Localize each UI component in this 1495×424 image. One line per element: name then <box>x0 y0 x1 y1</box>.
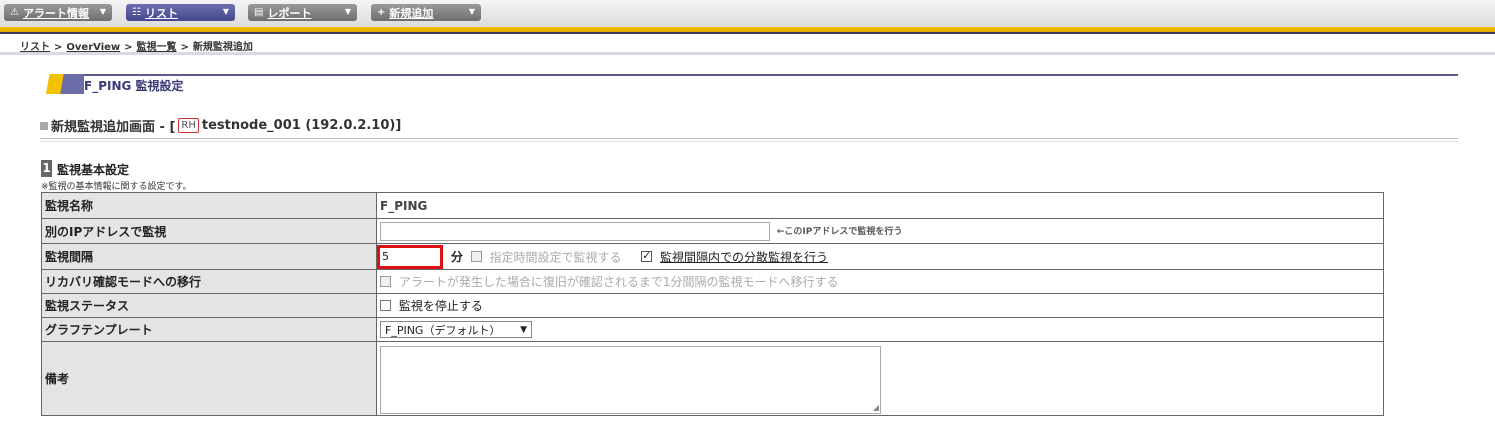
distribute-label[interactable]: 監視間隔内での分散監視を行う <box>660 250 828 264</box>
report-icon: ▤ <box>254 7 264 18</box>
menu-new-add-label: 新規追加 <box>389 6 434 20</box>
breadcrumb-separator: > <box>180 42 189 53</box>
monitor-name-label: 監視名称 <box>41 192 377 219</box>
table-row: 備考 ◢ <box>41 341 1384 416</box>
interval-unit: 分 <box>450 250 463 264</box>
alt-ip-input[interactable] <box>380 221 770 241</box>
graph-template-select[interactable]: F_PING（デフォルト） ▼ <box>380 321 532 338</box>
alt-ip-hint: ←このIPアドレスで監視を行う <box>776 227 903 237</box>
chevron-down-icon: ▼ <box>344 7 351 16</box>
block-note: ※監視の基本情報に関する設定です。 <box>41 182 192 192</box>
recovery-label: リカバリ確認モードへの移行 <box>41 269 377 294</box>
subtitle-node: testnode_001 (192.0.2.10)] <box>201 118 402 133</box>
menu-report[interactable]: ▤ レポート ▼ <box>248 4 357 21</box>
add-icon: + <box>377 7 386 18</box>
schedule-label: 指定時間設定で監視する <box>489 250 622 264</box>
breadcrumb-link-overview[interactable]: OverView <box>66 42 120 53</box>
subtitle: 新規監視追加画面 - [ RH testnode_001 (192.0.2.10… <box>40 116 401 135</box>
monitor-name-value: F_PING <box>380 198 428 213</box>
menu-alert-info[interactable]: ⚠ アラート情報 ▼ <box>4 4 112 21</box>
chevron-down-icon: ▼ <box>99 7 106 16</box>
menu-list-label: リスト <box>144 6 178 20</box>
subtitle-divider-2 <box>40 141 1458 142</box>
graph-template-label: グラフテンプレート <box>41 317 377 342</box>
dropdown-arrow-icon: ▼ <box>520 324 527 335</box>
subtitle-prefix: 新規監視追加画面 - [ <box>51 120 176 135</box>
list-icon: ☷ <box>132 7 141 18</box>
breadcrumb-current: 新規監視追加 <box>192 42 253 53</box>
menu-alert-info-label: アラート情報 <box>22 6 89 20</box>
table-row: 監視ステータス 監視を停止する <box>41 293 1384 318</box>
note-textarea[interactable]: ◢ <box>380 345 881 414</box>
page-title: F_PING 監視設定 <box>84 79 184 93</box>
stop-monitor-checkbox[interactable] <box>380 300 391 311</box>
note-label: 備考 <box>41 341 377 416</box>
recovery-checkbox <box>380 276 391 287</box>
menu-list[interactable]: ☷ リスト ▼ <box>126 4 235 21</box>
recovery-text: アラートが発生した場合に復旧が確認されるまで1分間隔の監視モードへ移行する <box>398 275 839 289</box>
interval-input[interactable]: 5 <box>377 244 443 269</box>
distribute-checkbox[interactable] <box>641 249 653 262</box>
schedule-checkbox <box>470 251 482 262</box>
settings-table: 監視名称 F_PING 別のIPアドレスで監視 ←このIPアドレスで監視を行う … <box>41 192 1384 416</box>
interval-label: 監視間隔 <box>41 243 377 270</box>
breadcrumb: リスト > OverView > 監視一覧 > 新規監視追加 <box>20 38 253 53</box>
alt-ip-label: 別のIPアドレスで監視 <box>41 218 377 244</box>
chevron-down-icon: ▼ <box>468 7 475 16</box>
alert-icon: ⚠ <box>10 7 19 18</box>
block-title: 監視基本設定 <box>57 163 130 177</box>
section-title-ornament <box>40 74 84 94</box>
table-row: 監視間隔 5 分 指定時間設定で監視する 監視間隔内での分散監視を行う <box>41 243 1384 270</box>
menu-new-add[interactable]: + 新規追加 ▼ <box>371 4 481 21</box>
resize-grip-icon[interactable]: ◢ <box>873 403 879 412</box>
table-row: リカバリ確認モードへの移行 アラートが発生した場合に復旧が確認されるまで1分間隔… <box>41 269 1384 294</box>
section-title-rule <box>40 74 1458 76</box>
table-row: 別のIPアドレスで監視 ←このIPアドレスで監視を行う <box>41 218 1384 244</box>
subtitle-divider <box>40 138 1458 139</box>
stop-monitor-label[interactable]: 監視を停止する <box>399 299 483 313</box>
os-badge: RH <box>178 118 199 133</box>
block-number: 1 <box>41 160 52 177</box>
breadcrumb-separator: > <box>124 42 133 53</box>
breadcrumb-link-list[interactable]: リスト <box>20 42 50 53</box>
menu-report-label: レポート <box>267 6 312 20</box>
graph-template-value: F_PING（デフォルト） <box>385 323 501 337</box>
table-row: 監視名称 F_PING <box>41 192 1384 219</box>
breadcrumb-link-monitor-list[interactable]: 監視一覧 <box>137 42 177 53</box>
table-row: グラフテンプレート F_PING（デフォルト） ▼ <box>41 317 1384 342</box>
chevron-down-icon: ▼ <box>222 7 229 16</box>
breadcrumb-separator: > <box>54 42 63 53</box>
status-label: 監視ステータス <box>41 293 377 318</box>
bullet-square-icon <box>40 121 48 130</box>
